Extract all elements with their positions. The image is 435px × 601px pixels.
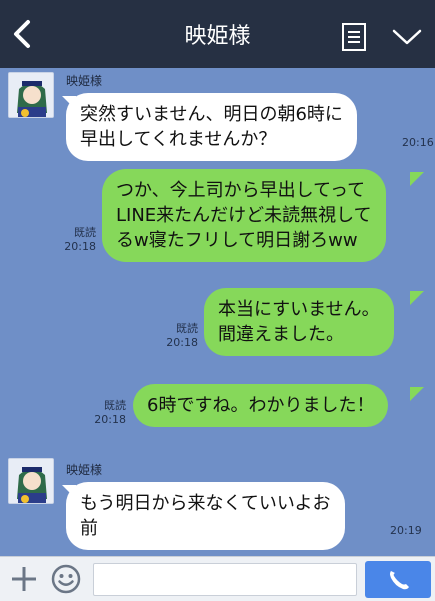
message-line: 6時ですね。わかりました！: [147, 395, 375, 416]
message-input-bar: [0, 556, 435, 601]
message-time: 20:18: [64, 240, 96, 253]
sticker-button[interactable]: [51, 564, 81, 594]
notes-button[interactable]: [340, 22, 368, 52]
message-time: 20:16: [402, 136, 434, 149]
read-receipt: 既読: [74, 226, 96, 239]
message-time: 20:18: [166, 336, 198, 349]
read-receipt: 既読: [104, 399, 126, 412]
message-bubble[interactable]: もう明日から来なくていいよお 前: [66, 482, 345, 550]
smiley-icon: [51, 564, 81, 594]
phone-icon: [390, 571, 409, 590]
message-line: LINE来たんだけど未読無視して: [116, 205, 372, 226]
message-line: 早出してくれませんか？: [80, 129, 277, 150]
bubble-tail: [410, 172, 424, 186]
message-input[interactable]: [93, 563, 357, 596]
chat-title: 映姫様: [184, 24, 251, 49]
avatar[interactable]: [8, 458, 54, 504]
notes-icon: [342, 23, 366, 51]
message-bubble[interactable]: 本当にすいません。 間違えました。: [204, 288, 394, 356]
plus-icon: [12, 567, 36, 591]
bubble-tail: [410, 291, 424, 305]
sender-name: 映姫様: [66, 463, 103, 477]
message-line: つか、今上司から早出してって: [116, 180, 366, 201]
message-bubble[interactable]: つか、今上司から早出してって LINE来たんだけど未読無視して るw寝たフリして…: [102, 169, 386, 262]
avatar-icon: [9, 459, 53, 503]
avatar-icon: [9, 73, 53, 117]
attach-button[interactable]: [10, 565, 38, 593]
message-line: るw寝たフリして明日謝ろww: [116, 230, 358, 251]
chat-area[interactable]: 映姫様 突然すいません、明日の朝6時に 早出してくれませんか？ 20:16 既読…: [0, 68, 435, 556]
sender-name: 映姫様: [66, 74, 103, 88]
chevron-down-icon: [392, 29, 422, 45]
message-line: 本当にすいません。: [218, 299, 380, 320]
message-bubble[interactable]: 突然すいません、明日の朝6時に 早出してくれませんか？: [66, 93, 357, 161]
message-line: 前: [80, 518, 98, 539]
message-time: 20:19: [390, 524, 422, 537]
chat-header: 映姫様: [0, 0, 435, 68]
message-line: 間違えました。: [218, 324, 344, 345]
avatar[interactable]: [8, 72, 54, 118]
message-line: もう明日から来なくていいよお: [80, 493, 331, 514]
call-button[interactable]: [365, 561, 431, 598]
bubble-tail: [410, 387, 424, 401]
read-receipt: 既読: [176, 322, 198, 335]
collapse-button[interactable]: [390, 24, 424, 50]
message-bubble[interactable]: 6時ですね。わかりました！: [133, 384, 389, 427]
message-time: 20:18: [94, 413, 126, 426]
message-line: 突然すいません、明日の朝6時に: [80, 104, 343, 125]
